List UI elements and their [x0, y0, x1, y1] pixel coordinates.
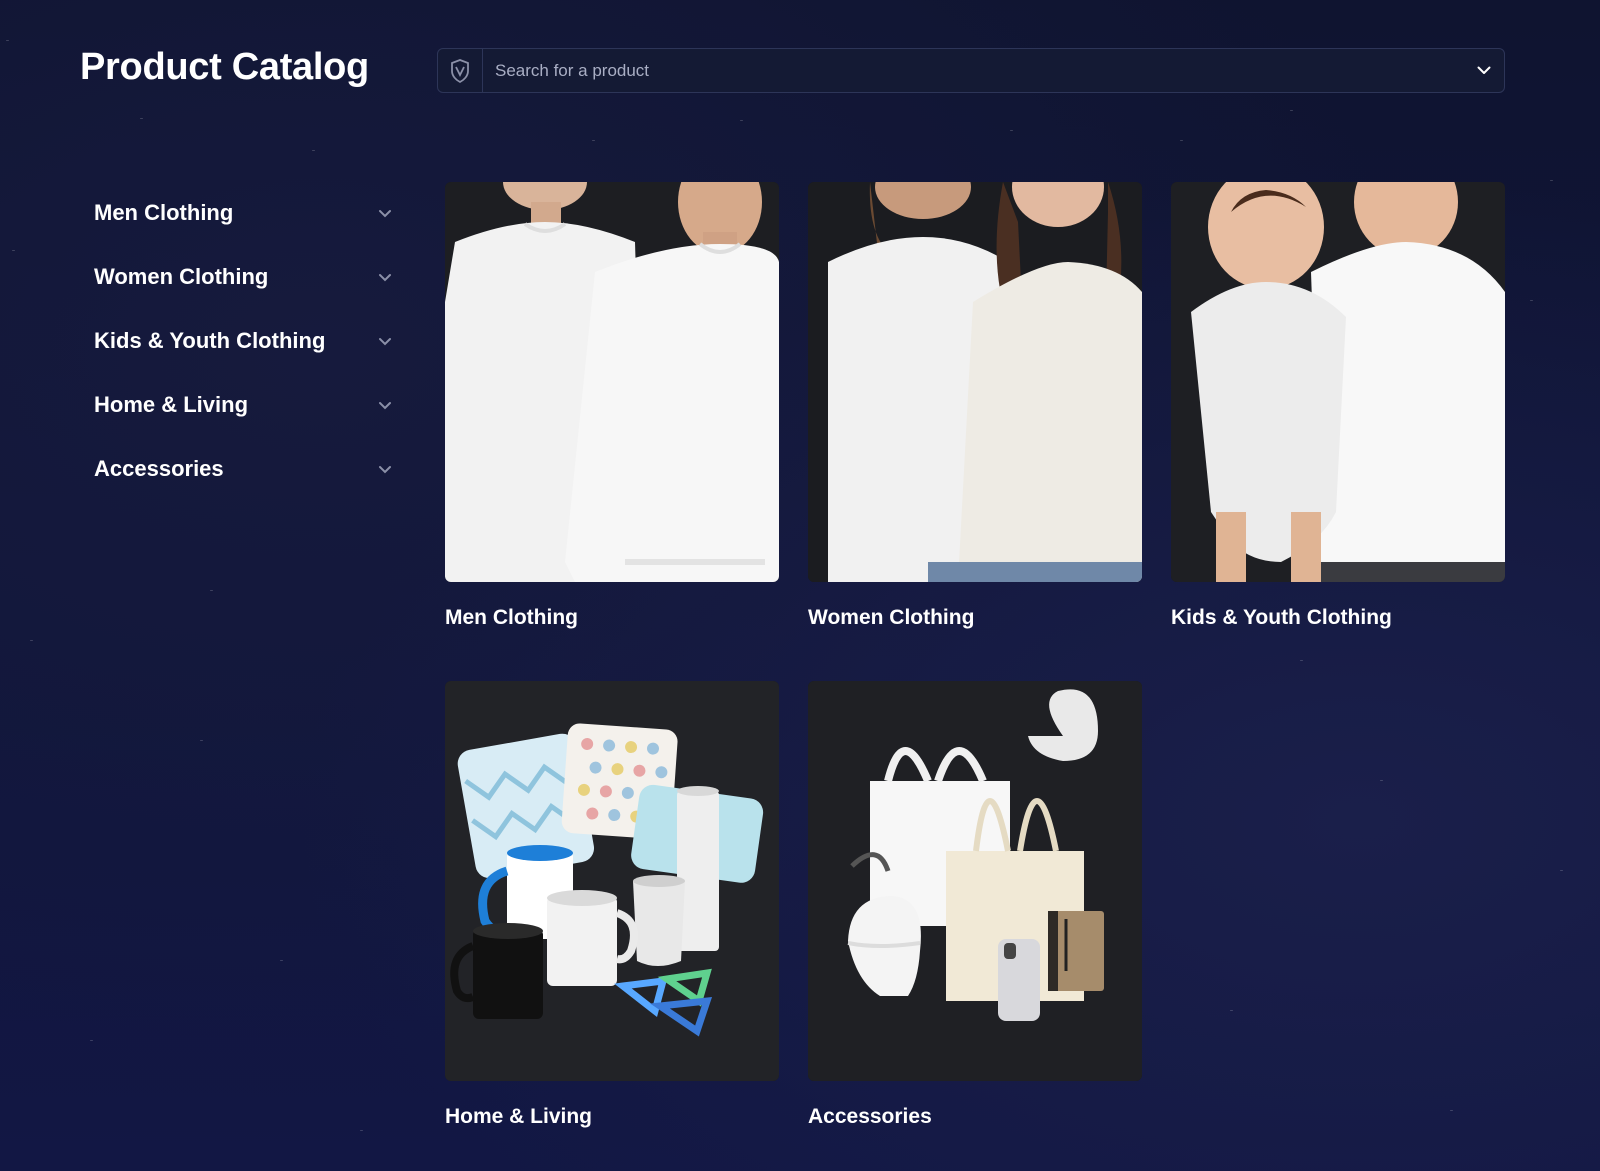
sidebar-item-label: Women Clothing: [94, 264, 269, 289]
sidebar-item-men-clothing[interactable]: Men Clothing: [94, 181, 394, 245]
kids-youth-clothing-image[interactable]: [1171, 182, 1505, 582]
product-card-home-living[interactable]: Home & Living: [445, 681, 779, 1129]
accessories-image[interactable]: [808, 681, 1142, 1081]
home-living-image[interactable]: [445, 681, 779, 1081]
product-card-women-clothing[interactable]: Women Clothing: [808, 182, 1142, 630]
page-title: Product Catalog: [80, 46, 369, 88]
sidebar-item-women-clothing[interactable]: Women Clothing: [94, 245, 394, 309]
sidebar-item-label: Accessories: [94, 456, 224, 481]
chevron-down-icon[interactable]: [376, 460, 394, 478]
chevron-down-icon[interactable]: [376, 396, 394, 414]
search-input[interactable]: [483, 49, 1464, 92]
product-card-label: Men Clothing: [445, 606, 578, 629]
men-clothing-image[interactable]: [445, 182, 779, 582]
chevron-down-icon[interactable]: [376, 268, 394, 286]
sidebar-item-label: Home & Living: [94, 392, 249, 417]
product-card-label: Accessories: [808, 1105, 932, 1128]
women-clothing-image[interactable]: [808, 182, 1142, 582]
chevron-down-icon[interactable]: [376, 204, 394, 222]
sidebar-item-home-living[interactable]: Home & Living: [94, 373, 394, 437]
product-card-kids-youth-clothing[interactable]: Kids & Youth Clothing: [1171, 182, 1505, 630]
product-card-men-clothing[interactable]: Men Clothing: [445, 182, 779, 630]
product-card-accessories[interactable]: Accessories: [808, 681, 1142, 1129]
category-sidebar: Men Clothing Women Clothing Kids & Youth…: [94, 181, 394, 501]
sidebar-item-kids-youth-clothing[interactable]: Kids & Youth Clothing: [94, 309, 394, 373]
sidebar-item-accessories[interactable]: Accessories: [94, 437, 394, 501]
product-card-label: Home & Living: [445, 1105, 593, 1128]
product-card-label: Women Clothing: [808, 606, 975, 629]
product-card-label: Kids & Youth Clothing: [1171, 606, 1392, 629]
chevron-down-icon[interactable]: [376, 332, 394, 350]
chevron-down-icon[interactable]: [1464, 49, 1504, 92]
product-search-select[interactable]: [437, 48, 1505, 93]
sidebar-item-label: Men Clothing: [94, 200, 234, 225]
sidebar-item-label: Kids & Youth Clothing: [94, 328, 326, 353]
shield-logo-icon: [438, 49, 483, 92]
